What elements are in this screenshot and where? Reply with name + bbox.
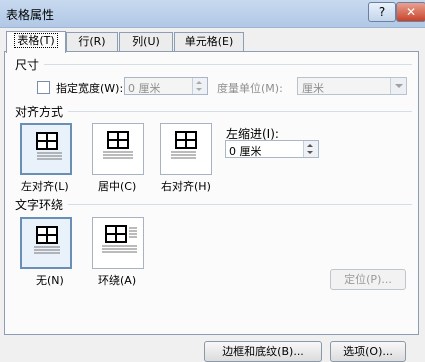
tab-row[interactable]: 行(R) bbox=[66, 32, 118, 51]
width-value: 0 厘米 bbox=[128, 82, 161, 95]
align-right-label: 右对齐(H) bbox=[161, 180, 211, 193]
wrap-none-option[interactable] bbox=[20, 217, 72, 269]
align-left-icon bbox=[36, 132, 62, 160]
spin-down-icon bbox=[196, 88, 202, 91]
specify-width-checkbox[interactable] bbox=[37, 81, 50, 94]
measure-value: 厘米 bbox=[302, 82, 324, 95]
alignment-divider bbox=[68, 111, 412, 112]
align-left-option[interactable] bbox=[20, 123, 72, 175]
align-center-icon bbox=[103, 131, 133, 159]
wrapping-section-label: 文字环绕 bbox=[15, 198, 64, 212]
wrap-around-icon bbox=[102, 225, 137, 253]
size-section-label: 尺寸 bbox=[15, 58, 40, 72]
window-title: 表格属性 bbox=[6, 8, 55, 22]
tab-table[interactable]: 表格(T) bbox=[6, 31, 66, 53]
spin-down-icon bbox=[307, 151, 313, 154]
help-button[interactable]: ? bbox=[368, 2, 396, 22]
wrap-none-label: 无(N) bbox=[36, 274, 64, 287]
width-spinner[interactable]: 0 厘米 bbox=[124, 77, 208, 95]
title-bar: 表格属性 ? ✕ bbox=[0, 0, 425, 28]
indent-value: 0 厘米 bbox=[229, 145, 262, 158]
chevron-down-icon[interactable] bbox=[390, 78, 406, 94]
align-right-option[interactable] bbox=[160, 123, 212, 175]
spin-up-icon bbox=[307, 144, 313, 147]
tab-column[interactable]: 列(U) bbox=[119, 32, 173, 51]
wrap-around-option[interactable] bbox=[92, 217, 144, 269]
wrap-none-icon bbox=[34, 226, 60, 254]
tab-table-label: 表格(T) bbox=[14, 33, 58, 48]
measure-select[interactable]: 厘米 bbox=[297, 77, 407, 95]
size-divider bbox=[44, 64, 412, 65]
align-right-icon bbox=[171, 131, 197, 159]
spin-up-icon bbox=[196, 81, 202, 84]
alignment-section-label: 对齐方式 bbox=[15, 105, 64, 119]
width-spinner-arrows[interactable] bbox=[192, 78, 207, 94]
tab-cell[interactable]: 单元格(E) bbox=[174, 32, 244, 51]
indent-spinner-arrows[interactable] bbox=[303, 141, 318, 157]
close-button[interactable]: ✕ bbox=[396, 2, 425, 22]
wrap-around-label: 环绕(A) bbox=[98, 274, 137, 287]
wrapping-divider bbox=[68, 204, 412, 205]
align-center-label: 居中(C) bbox=[98, 180, 137, 193]
measure-label: 度量单位(M): bbox=[217, 82, 283, 95]
specify-width-label: 指定宽度(W): bbox=[56, 82, 124, 95]
indent-spinner[interactable]: 0 厘米 bbox=[225, 140, 319, 158]
align-left-label: 左对齐(L) bbox=[21, 180, 69, 193]
position-button[interactable]: 定位(P)... bbox=[330, 269, 406, 290]
align-center-option[interactable] bbox=[92, 123, 144, 175]
